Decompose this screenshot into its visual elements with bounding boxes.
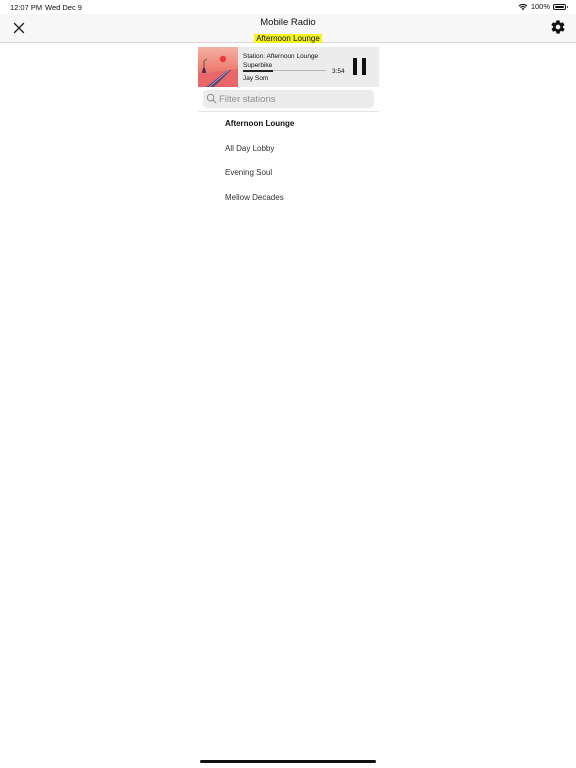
- status-bar: 12:07 PM Wed Dec 9 100%: [0, 0, 576, 14]
- album-art-image: [198, 47, 238, 87]
- battery-percent: 100%: [530, 2, 550, 11]
- progress-fill: [243, 69, 273, 72]
- battery-level: [555, 5, 564, 8]
- station-item-all-day-lobby[interactable]: All Day Lobby: [198, 137, 379, 161]
- pause-icon: [351, 55, 371, 77]
- battery-icon: [553, 3, 568, 10]
- page-title: Mobile Radio: [260, 17, 316, 28]
- nav-subtitle-wrap: Afternoon Lounge: [0, 28, 576, 46]
- wifi-icon: [518, 3, 528, 10]
- track-title: Superbike: [243, 61, 273, 69]
- status-time: 12:07 PM: [10, 3, 43, 12]
- screen: 12:07 PM Wed Dec 9 100% Mobile Radio Aft…: [0, 0, 576, 768]
- time-remaining: 3:54: [332, 68, 345, 75]
- home-indicator[interactable]: [200, 760, 376, 763]
- search-bar: [203, 90, 374, 108]
- status-indicators: 100%: [518, 2, 568, 11]
- station-item-evening-soul[interactable]: Evening Soul: [198, 161, 379, 185]
- search-icon: [206, 93, 217, 104]
- station-label: Mellow Decades: [225, 193, 284, 202]
- station-label: Evening Soul: [225, 168, 273, 177]
- station-item-mellow-decades[interactable]: Mellow Decades: [198, 186, 379, 210]
- station-item-afternoon-lounge[interactable]: Afternoon Lounge: [198, 112, 379, 136]
- search-input[interactable]: [219, 91, 369, 107]
- now-playing-card: Station: Afternoon Lounge Superbike 3:54…: [198, 47, 379, 87]
- status-date: Wed Dec 9: [45, 3, 82, 12]
- nav-bar: Mobile Radio Afternoon Lounge: [0, 14, 576, 43]
- progress-bar[interactable]: [243, 69, 326, 72]
- pause-button[interactable]: [351, 55, 371, 77]
- album-art: [198, 47, 238, 87]
- station-label: Afternoon Lounge: [225, 119, 295, 128]
- station-name: Station: Afternoon Lounge: [243, 53, 319, 60]
- station-label: All Day Lobby: [225, 144, 275, 153]
- gear-icon: [551, 20, 565, 34]
- settings-button[interactable]: [550, 19, 566, 35]
- artist-name: Jay Som: [243, 74, 269, 82]
- current-station-subtitle: Afternoon Lounge: [254, 34, 322, 43]
